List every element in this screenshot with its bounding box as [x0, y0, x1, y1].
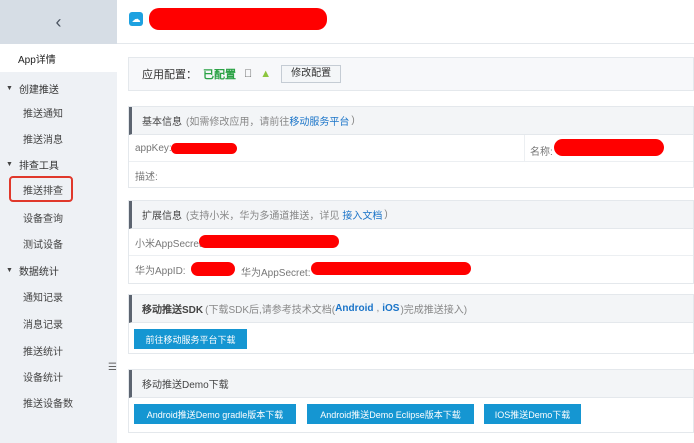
xiaomi-secret-row: 小米AppSecret:: [129, 229, 693, 256]
caret-down-icon: ▼: [6, 84, 13, 92]
sidebar-item-push-stats[interactable]: 推送统计: [0, 339, 117, 361]
cloud-app-icon: ☁: [129, 12, 143, 26]
basic-info-panel: 基本信息 (如需修改应用，请前往 移动服务平台 ) appKey: 名称: 描述…: [128, 106, 694, 188]
apple-icon: : [244, 68, 252, 80]
android-doc-link[interactable]: Android: [335, 303, 373, 314]
panel-subtitle-suffix: ): [351, 115, 355, 126]
config-label: 应用配置：: [142, 69, 197, 81]
sidebar-item-label: 推送排查: [23, 185, 63, 197]
ios-demo-button[interactable]: IOS推送Demo下载: [484, 404, 581, 424]
config-status: 已配置: [203, 69, 236, 81]
redacted-app-name: [149, 8, 327, 30]
sidebar-item-label: 消息记录: [23, 319, 63, 331]
sidebar-group-create-push[interactable]: ▼ 创建推送: [0, 77, 117, 99]
huawei-appid-label: 华为AppID:: [135, 266, 186, 277]
top-bar: ☁: [117, 0, 694, 44]
sidebar-item-label: 设备查询: [23, 213, 63, 225]
sidebar-item-label: 推送统计: [23, 346, 63, 358]
android-icon: ▲: [252, 68, 271, 80]
sidebar-item-label: 设备统计: [23, 372, 63, 384]
panel-subtitle-prefix: (如需修改应用，请前往: [186, 117, 290, 128]
sidebar-item-label: 推送通知: [23, 108, 63, 120]
panel-title: 移动推送SDK: [142, 305, 204, 316]
panel-subtitle-suffix: ): [384, 209, 388, 220]
sidebar-item-label: 测试设备: [23, 239, 63, 251]
sidebar-group-label: 创建推送: [18, 84, 59, 96]
integration-doc-link[interactable]: 接入文档: [342, 207, 382, 222]
edit-config-button[interactable]: 修改配置: [281, 65, 342, 83]
column-divider: [524, 135, 525, 161]
sdk-header: 移动推送SDK (下载SDK后,请参考技术文档( Android , iOS )…: [129, 295, 693, 323]
sidebar-item-message-log[interactable]: 消息记录: [0, 312, 117, 334]
redacted-huawei-secret: [311, 262, 471, 275]
panel-title: 扩展信息: [142, 211, 182, 222]
demo-panel: 移动推送Demo下载 Android推送Demo gradle版本下载 Andr…: [128, 369, 694, 433]
sidebar-item-label: 通知记录: [23, 292, 63, 304]
panel-title: 基本信息: [142, 117, 182, 128]
ios-doc-link[interactable]: iOS: [382, 303, 399, 314]
description-label: 描述:: [135, 172, 158, 183]
ext-info-header: 扩展信息 (支持小米，华为多通道推送，详见 接入文档 ): [129, 201, 693, 229]
sidebar: ‹ App详情 ▼ 创建推送 推送通知 推送消息 ▼ 排查工具 推送排查 设备查…: [0, 0, 117, 443]
appkey-row: appKey: 名称:: [129, 135, 693, 162]
demo-header: 移动推送Demo下载: [129, 370, 693, 398]
description-row: 描述:: [129, 162, 693, 189]
main-content: 应用配置： 已配置  ▲ 修改配置 基本信息 (如需修改应用，请前往 移动服务…: [117, 44, 694, 443]
sidebar-item-device-query[interactable]: 设备查询: [0, 206, 117, 228]
sidebar-item-label: 推送设备数: [23, 398, 73, 410]
mobile-platform-link[interactable]: 移动服务平台: [289, 113, 349, 128]
xiaomi-secret-label: 小米AppSecret:: [135, 238, 205, 250]
separator-comma: ,: [376, 303, 380, 314]
panel-subtitle-suffix: )完成推送接入): [400, 305, 468, 316]
appkey-label: appKey:: [135, 142, 172, 154]
sidebar-item-push-device-count[interactable]: 推送设备数: [0, 391, 117, 413]
basic-info-header: 基本信息 (如需修改应用，请前往 移动服务平台 ): [129, 107, 693, 135]
sdk-panel: 移动推送SDK (下载SDK后,请参考技术文档( Android , iOS )…: [128, 294, 694, 354]
ext-info-panel: 扩展信息 (支持小米，华为多通道推送，详见 接入文档 ) 小米AppSecret…: [128, 200, 694, 284]
redacted-huawei-appid: [191, 262, 235, 276]
download-sdk-button[interactable]: 前往移动服务平台下载: [134, 329, 247, 349]
chevron-left-icon: ‹: [55, 12, 62, 32]
redacted-appkey: [171, 143, 237, 154]
redacted-name: [554, 139, 664, 156]
sidebar-item-notification-log[interactable]: 通知记录: [0, 285, 117, 307]
android-gradle-demo-button[interactable]: Android推送Demo gradle版本下载: [134, 404, 296, 424]
sidebar-item-push-message[interactable]: 推送消息: [0, 127, 117, 149]
sidebar-item-test-device[interactable]: 测试设备: [0, 232, 117, 254]
panel-subtitle-prefix: (下载SDK后,请参考技术文档(: [205, 305, 336, 316]
huawei-row: 华为AppID: 华为AppSecret:: [129, 256, 693, 283]
sidebar-group-troubleshoot[interactable]: ▼ 排查工具: [0, 153, 117, 175]
sidebar-group-statistics[interactable]: ▼ 数据统计: [0, 259, 117, 281]
sidebar-group-label: 数据统计: [18, 266, 59, 278]
sidebar-item-push-notification[interactable]: 推送通知: [0, 101, 117, 123]
sidebar-item-device-stats[interactable]: 设备统计: [0, 365, 117, 387]
sidebar-item-label: App详情: [18, 54, 56, 66]
huawei-secret-label: 华为AppSecret:: [241, 268, 311, 279]
caret-down-icon: ▼: [6, 160, 13, 168]
sidebar-item-app-detail[interactable]: App详情: [0, 44, 117, 72]
sidebar-item-push-troubleshoot[interactable]: 推送排查: [9, 176, 73, 202]
caret-down-icon: ▼: [6, 266, 13, 274]
app-config-bar: 应用配置： 已配置  ▲ 修改配置: [128, 57, 694, 91]
back-button[interactable]: ‹: [0, 0, 117, 44]
sidebar-group-label: 排查工具: [18, 160, 59, 172]
panel-title: 移动推送Demo下载: [142, 380, 229, 391]
sidebar-item-label: 推送消息: [23, 134, 63, 146]
panel-subtitle-prefix: (支持小米，华为多通道推送，详见: [186, 211, 340, 222]
android-eclipse-demo-button[interactable]: Android推送Demo Eclipse版本下载: [307, 404, 474, 424]
redacted-xiaomi-secret: [199, 235, 339, 248]
name-label: 名称:: [530, 147, 553, 158]
